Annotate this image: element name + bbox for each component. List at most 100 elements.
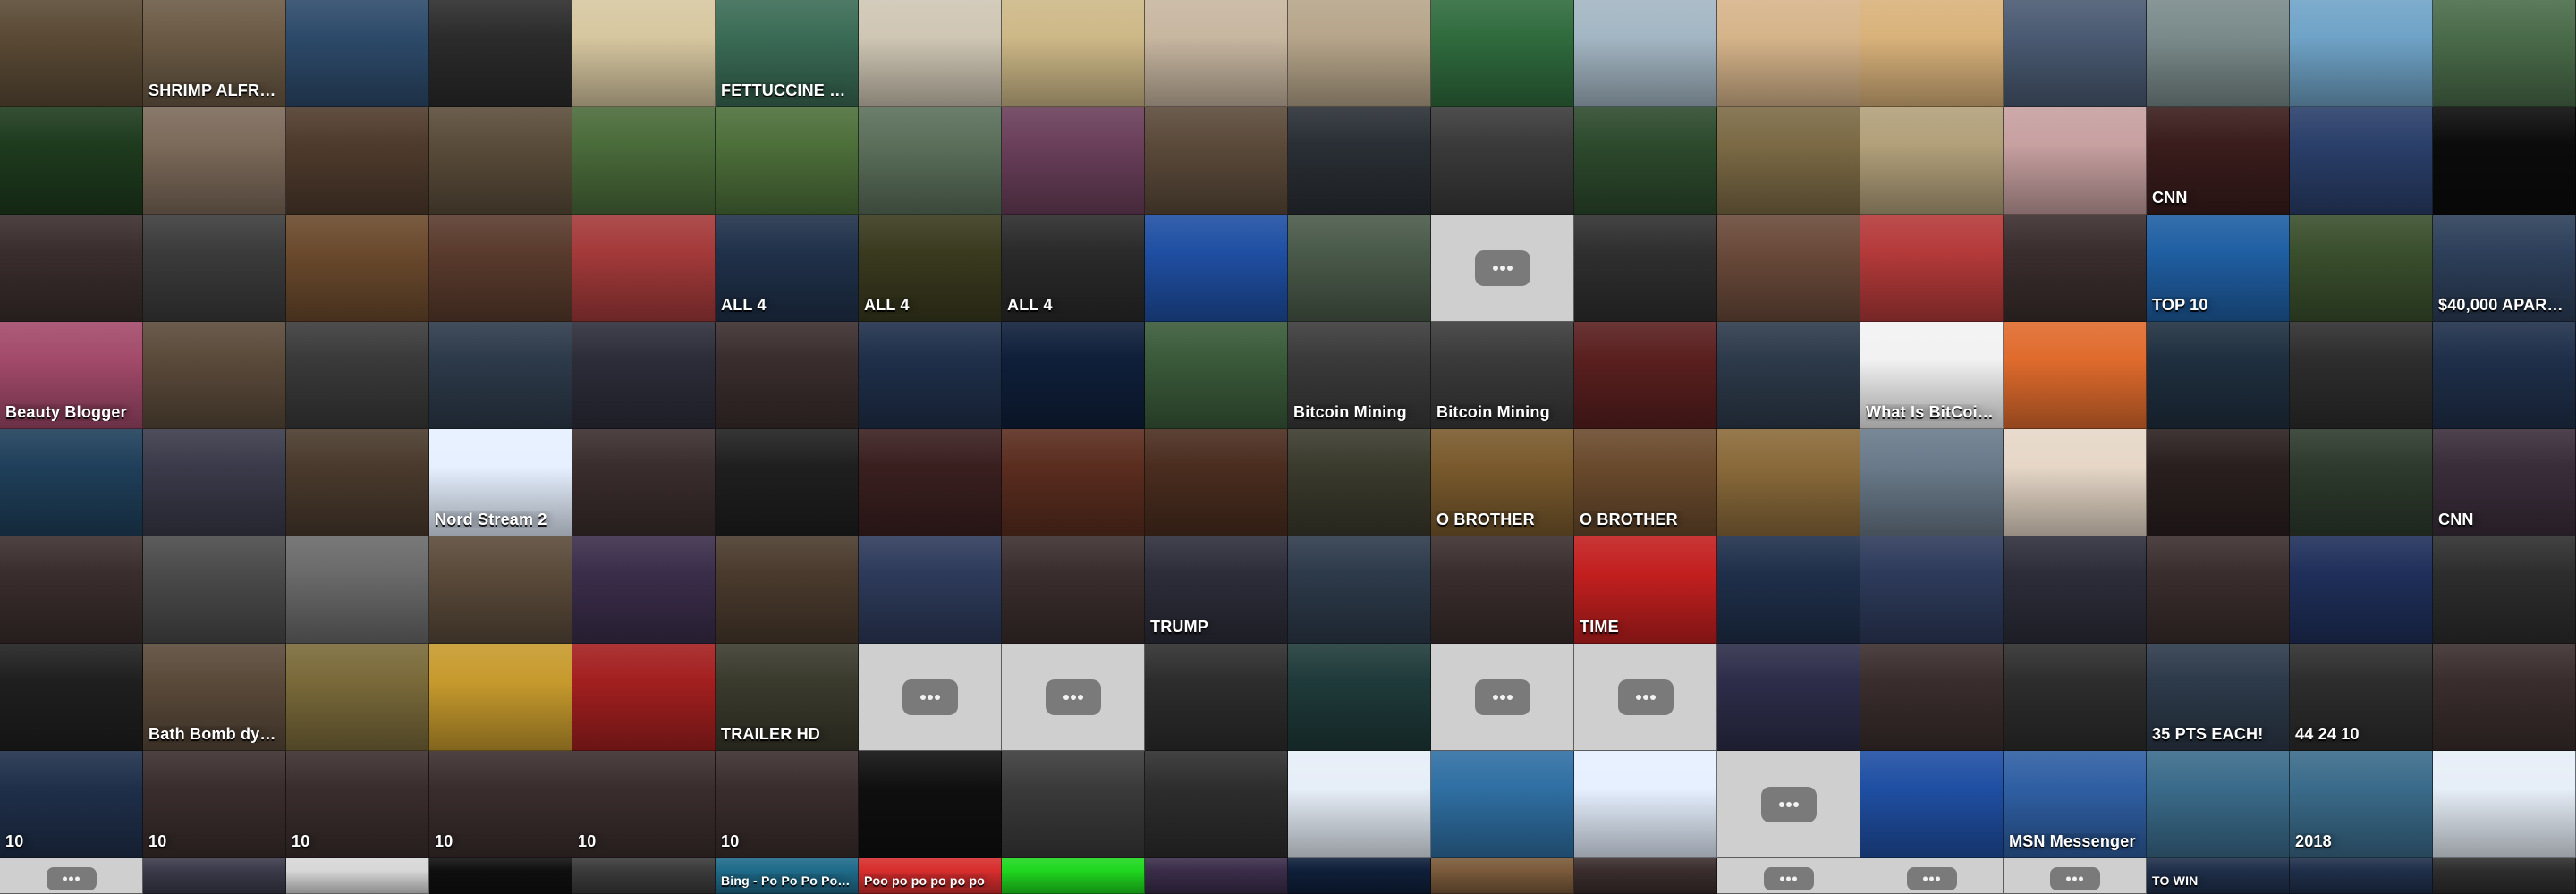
video-thumbnail-placeholder[interactable] — [1574, 644, 1717, 751]
video-thumbnail[interactable] — [2004, 0, 2147, 107]
video-thumbnail[interactable] — [1574, 107, 1717, 215]
video-thumbnail[interactable] — [2290, 0, 2433, 107]
video-thumbnail[interactable] — [0, 107, 143, 215]
video-thumbnail[interactable] — [286, 0, 429, 107]
video-thumbnail[interactable] — [2290, 107, 2433, 215]
video-thumbnail[interactable] — [1288, 644, 1431, 751]
video-thumbnail[interactable] — [716, 429, 859, 536]
video-thumbnail[interactable]: 35 PTS EACH! — [2147, 644, 2290, 751]
video-thumbnail[interactable] — [1002, 322, 1145, 429]
video-thumbnail[interactable]: ALL 4 — [859, 215, 1002, 322]
video-thumbnail[interactable] — [286, 322, 429, 429]
video-thumbnail[interactable] — [1860, 215, 2004, 322]
video-thumbnail[interactable] — [1002, 751, 1145, 858]
video-thumbnail-placeholder[interactable] — [1431, 644, 1574, 751]
video-thumbnail[interactable] — [0, 215, 143, 322]
video-thumbnail[interactable]: Bing - Po Po Po Po Po Karaoke — [716, 858, 859, 894]
video-thumbnail[interactable] — [1574, 0, 1717, 107]
video-thumbnail[interactable] — [143, 536, 286, 644]
video-thumbnail[interactable] — [1860, 429, 2004, 536]
video-thumbnail[interactable] — [143, 107, 286, 215]
video-thumbnail[interactable] — [1288, 751, 1431, 858]
video-thumbnail[interactable] — [2004, 215, 2147, 322]
video-thumbnail[interactable] — [429, 107, 572, 215]
video-thumbnail[interactable] — [1002, 536, 1145, 644]
video-thumbnail[interactable] — [1002, 0, 1145, 107]
video-thumbnail[interactable] — [2147, 0, 2290, 107]
video-thumbnail[interactable] — [1717, 644, 1860, 751]
video-thumbnail[interactable] — [1860, 0, 2004, 107]
video-thumbnail[interactable] — [286, 107, 429, 215]
video-thumbnail[interactable] — [1145, 858, 1288, 894]
video-thumbnail[interactable] — [2004, 322, 2147, 429]
video-thumbnail[interactable] — [429, 536, 572, 644]
video-thumbnail[interactable] — [429, 644, 572, 751]
video-thumbnail[interactable] — [1431, 751, 1574, 858]
video-thumbnail[interactable]: Poo po po po po po — [859, 858, 1002, 894]
video-thumbnail[interactable] — [1717, 536, 1860, 644]
video-thumbnail[interactable] — [1145, 107, 1288, 215]
video-thumbnail[interactable] — [2290, 215, 2433, 322]
video-thumbnail[interactable] — [2433, 751, 2576, 858]
video-thumbnail[interactable] — [1288, 0, 1431, 107]
video-thumbnail[interactable] — [1002, 858, 1145, 894]
video-thumbnail[interactable]: SHRIMP ALFREDO PASTA — [143, 0, 286, 107]
video-thumbnail[interactable] — [859, 0, 1002, 107]
video-thumbnail[interactable] — [1717, 0, 1860, 107]
video-thumbnail[interactable] — [1431, 536, 1574, 644]
video-thumbnail[interactable] — [572, 858, 716, 894]
video-thumbnail[interactable] — [286, 536, 429, 644]
video-thumbnail[interactable]: Bitcoin Mining — [1431, 322, 1574, 429]
video-thumbnail[interactable] — [1431, 0, 1574, 107]
video-thumbnail[interactable] — [1145, 322, 1288, 429]
video-thumbnail[interactable]: 10 — [716, 751, 859, 858]
video-thumbnail[interactable] — [143, 215, 286, 322]
video-thumbnail[interactable] — [1717, 107, 1860, 215]
video-thumbnail[interactable]: CNN — [2147, 107, 2290, 215]
video-thumbnail[interactable] — [1145, 751, 1288, 858]
video-thumbnail[interactable] — [1574, 215, 1717, 322]
video-thumbnail[interactable] — [1288, 429, 1431, 536]
video-thumbnail[interactable] — [0, 644, 143, 751]
video-thumbnail[interactable] — [1717, 322, 1860, 429]
video-thumbnail[interactable] — [572, 215, 716, 322]
video-thumbnail[interactable] — [859, 536, 1002, 644]
video-thumbnail[interactable] — [2004, 536, 2147, 644]
video-thumbnail[interactable] — [2004, 429, 2147, 536]
video-thumbnail[interactable]: Nord Stream 2 — [429, 429, 572, 536]
video-thumbnail[interactable] — [0, 0, 143, 107]
video-thumbnail[interactable] — [1288, 107, 1431, 215]
video-thumbnail[interactable]: TRAILER HD — [716, 644, 859, 751]
video-thumbnail[interactable] — [2290, 429, 2433, 536]
video-thumbnail[interactable] — [2290, 858, 2433, 894]
video-thumbnail[interactable] — [143, 429, 286, 536]
video-thumbnail[interactable]: 10 — [572, 751, 716, 858]
video-thumbnail[interactable] — [2290, 322, 2433, 429]
video-thumbnail[interactable] — [1002, 429, 1145, 536]
video-thumbnail[interactable] — [1574, 751, 1717, 858]
video-thumbnail[interactable] — [716, 536, 859, 644]
video-thumbnail[interactable]: 10 — [286, 751, 429, 858]
video-thumbnail[interactable] — [429, 215, 572, 322]
video-thumbnail[interactable]: Bath Bomb dyed me BLUE — [143, 644, 286, 751]
video-thumbnail[interactable] — [1288, 215, 1431, 322]
video-thumbnail[interactable] — [1431, 107, 1574, 215]
video-thumbnail[interactable] — [2147, 429, 2290, 536]
video-thumbnail-placeholder[interactable] — [1002, 644, 1145, 751]
video-thumbnail[interactable] — [1860, 536, 2004, 644]
video-thumbnail[interactable] — [1002, 107, 1145, 215]
video-thumbnail[interactable]: O BROTHER — [1431, 429, 1574, 536]
video-thumbnail[interactable] — [1145, 644, 1288, 751]
video-thumbnail[interactable]: 2018 — [2290, 751, 2433, 858]
video-thumbnail[interactable] — [572, 0, 716, 107]
video-thumbnail[interactable] — [1431, 858, 1574, 894]
video-thumbnail[interactable] — [572, 644, 716, 751]
video-thumbnail[interactable] — [429, 858, 572, 894]
video-thumbnail[interactable]: MSN Messenger — [2004, 751, 2147, 858]
video-thumbnail[interactable] — [2433, 322, 2576, 429]
video-thumbnail[interactable] — [572, 322, 716, 429]
video-thumbnail[interactable]: 10 — [143, 751, 286, 858]
video-thumbnail-placeholder[interactable] — [859, 644, 1002, 751]
video-thumbnail[interactable]: FETTUCCINE CHICKEN ALFREDO — [716, 0, 859, 107]
video-thumbnail[interactable] — [286, 429, 429, 536]
